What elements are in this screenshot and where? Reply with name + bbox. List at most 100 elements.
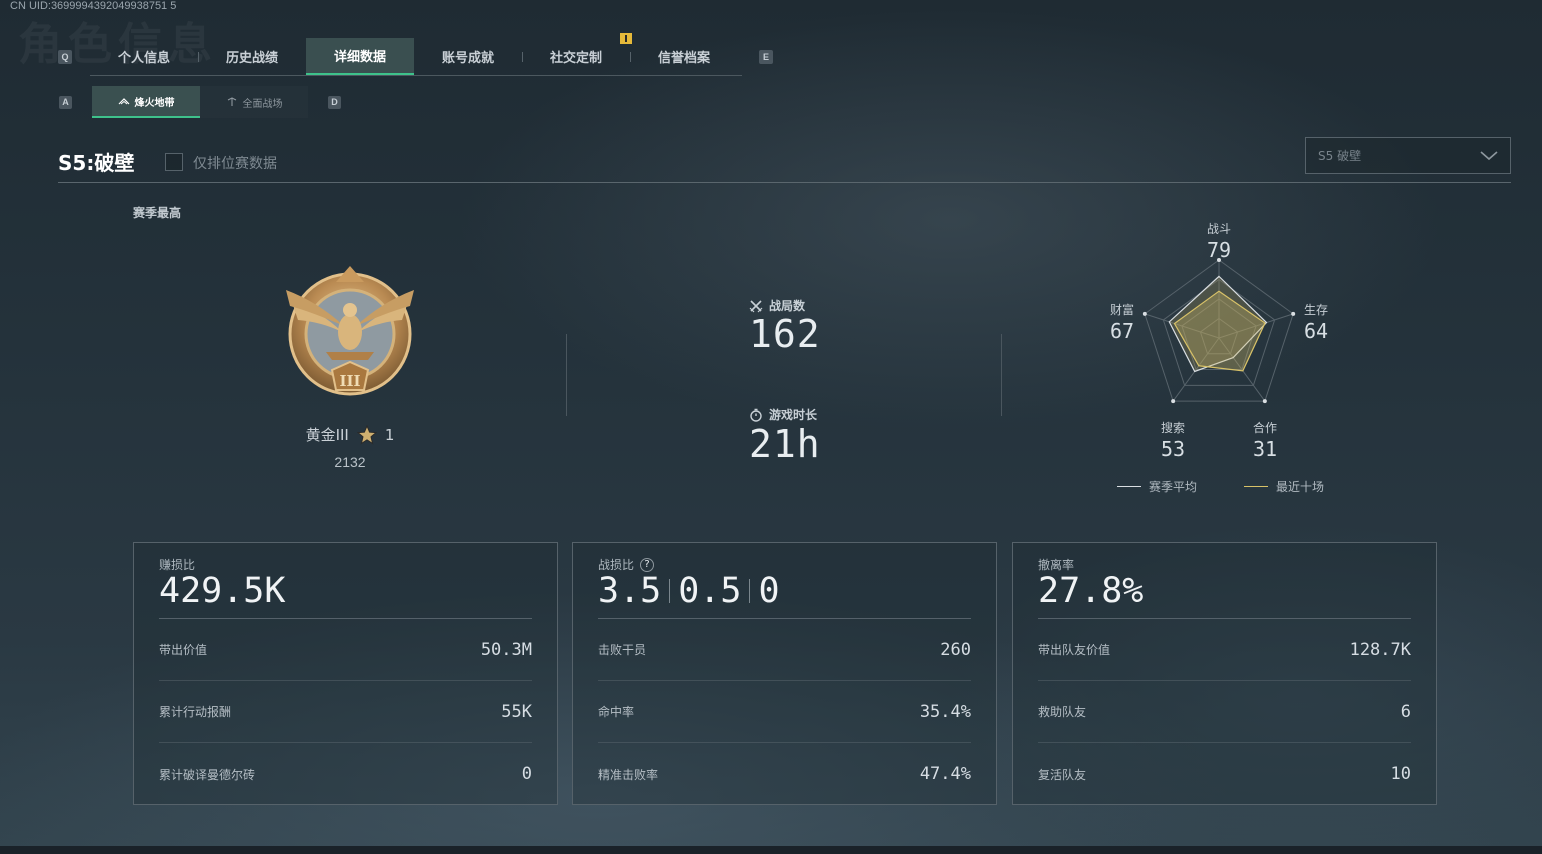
card-row-label: 复活队友 [1038,767,1087,782]
season-dropdown[interactable]: S5 破壁 [1305,137,1511,174]
card-big-value: 27.8% [1038,571,1144,611]
tab-detailed-data[interactable]: 详细数据 [306,38,414,75]
card-row-label: 带出价值 [159,643,208,657]
card-big-value: 429.5K [159,571,286,611]
tab-personal-info[interactable]: 个人信息 [90,38,198,75]
subtab-battlefield[interactable]: 全面战场 [200,86,308,118]
legend-line-white [1117,486,1141,487]
season-dropdown-value: S5 破壁 [1318,149,1362,163]
battlefield-icon [227,97,236,106]
subtab-fire-zone[interactable]: 烽火地带 [92,86,200,118]
card-row: 击败干员 260 [598,619,971,681]
legend-line-gold [1244,486,1268,487]
card-row-label: 累计破译曼德尔砖 [159,767,256,782]
card-row-value: 47.4% [919,764,971,784]
fire-zone-icon [118,98,129,105]
radar-value-combat: 79 [1206,238,1232,262]
card-row: 累计行动报酬 55K [159,681,532,743]
kd-value-2: 0.5 [678,571,742,611]
kd-value-1: 3.5 [598,571,662,611]
radar-value-wealth: 67 [1109,319,1135,343]
radar-axis-point [1171,399,1176,404]
card-row-value: 10 [1390,764,1411,784]
card-row: 带出队友价值 128.7K [1038,619,1411,681]
divider-left [566,334,567,416]
legend-season-avg-label: 赛季平均 [1149,480,1198,494]
card-row: 累计破译曼德尔砖 0 [159,743,532,805]
card-row-value: 128.7K [1349,639,1411,660]
card-row: 命中率 35.4% [598,681,971,743]
card-row-value: 35.4% [919,701,971,722]
radar-label-survival: 生存 [1303,303,1328,317]
radar-label-combat: 战斗 [1206,222,1231,236]
radar-label-teamwork: 合作 [1252,421,1277,435]
card-row-label: 命中率 [598,705,635,719]
main-tab-bar: 个人信息 历史战绩 详细数据 账号成就 社交定制 信誉档案 [90,38,742,76]
value-separator [749,579,751,603]
card-row-label: 救助队友 [1038,705,1087,719]
key-hint-prev-tab: Q [58,50,72,64]
season-title: S5:破壁 [58,151,135,175]
card-row-label: 带出队友价值 [1038,643,1111,657]
mode-tab-bar: 烽火地带 全面战场 [92,86,308,118]
playtime-label: 游戏时长 [769,408,818,422]
radar-value-teamwork: 31 [1252,437,1278,461]
rank-row: 黄金III 1 [260,424,440,445]
kd-value-3: 0 [758,571,780,611]
card-row-value: 260 [940,639,971,660]
chevron-down-icon [1480,150,1498,160]
playtime-label-row: 游戏时长 [749,406,817,423]
star-icon [356,424,377,445]
card-row-value: 55K [501,701,532,722]
card-extraction-rate: 撤离率 27.8% 带出队友价值 128.7K 救助队友 6 复活队友 10 [1012,542,1437,805]
radar-label-search: 搜索 [1160,421,1185,435]
crossed-swords-icon [749,299,763,312]
radar-label-wealth: 财富 [1109,303,1134,317]
gold-rank-medal-icon: III [286,266,414,396]
card-row-label: 精准击败率 [598,767,659,782]
key-hint-prev-subtab: A [59,96,72,109]
uid-label: CN UID:3699994392049938751 5 [10,0,177,12]
divider-right [1001,334,1002,416]
key-hint-next-subtab: D [328,96,341,109]
card-kd-ratio: 战损比 ? 3.5 0.5 0 击败干员 260 命中率 35.4% 精准击败率… [572,542,997,805]
card-row: 精准击败率 47.4% [598,743,971,805]
card-row-value: 50.3M [480,639,532,660]
card-row: 复活队友 10 [1038,743,1411,805]
ranked-only-checkbox[interactable] [165,153,183,171]
radar-axis-point [1262,399,1267,404]
subtab-fire-zone-label: 烽火地带 [134,97,175,109]
legend-recent-ten-label: 最近十场 [1276,480,1325,494]
key-hint-next-tab: E [759,50,773,64]
tab-history[interactable]: 历史战绩 [198,38,306,75]
season-best-label: 赛季最高 [133,206,182,220]
card-row: 救助队友 6 [1038,681,1411,743]
tab-achievements[interactable]: 账号成就 [414,38,522,75]
tab-reputation[interactable]: 信誉档案 [630,38,738,75]
card-big-value: 3.5 0.5 0 [598,571,780,611]
radar-value-survival: 64 [1303,319,1329,343]
legend-recent-ten: 最近十场 [1244,478,1324,495]
season-divider [58,182,1511,183]
card-row: 带出价值 50.3M [159,619,532,681]
rank-stars: 1 [384,425,395,444]
bottom-strip [0,846,1542,854]
rank-score: 2132 [334,454,366,470]
matches-value: 162 [749,312,821,356]
ranked-only-label: 仅排位赛数据 [193,156,277,172]
stopwatch-icon [750,408,762,422]
card-row-label: 击败干员 [598,643,647,657]
card-row-value: 0 [521,764,532,784]
svg-text:III: III [339,372,360,390]
rank-name: 黄金III [305,426,349,444]
card-row-label: 累计行动报酬 [159,705,232,719]
tab-social-customize[interactable]: 社交定制 [522,38,630,75]
help-icon[interactable]: ? [640,557,655,572]
value-separator [669,579,671,603]
playtime-value: 21h [749,422,821,466]
card-row-value: 6 [1400,701,1411,722]
subtab-battlefield-label: 全面战场 [242,98,283,110]
notification-icon [620,33,632,44]
ability-radar-chart: 战斗 79 生存 64 合作 31 搜索 53 财富 67 [1100,212,1340,482]
legend-season-avg: 赛季平均 [1117,478,1197,495]
